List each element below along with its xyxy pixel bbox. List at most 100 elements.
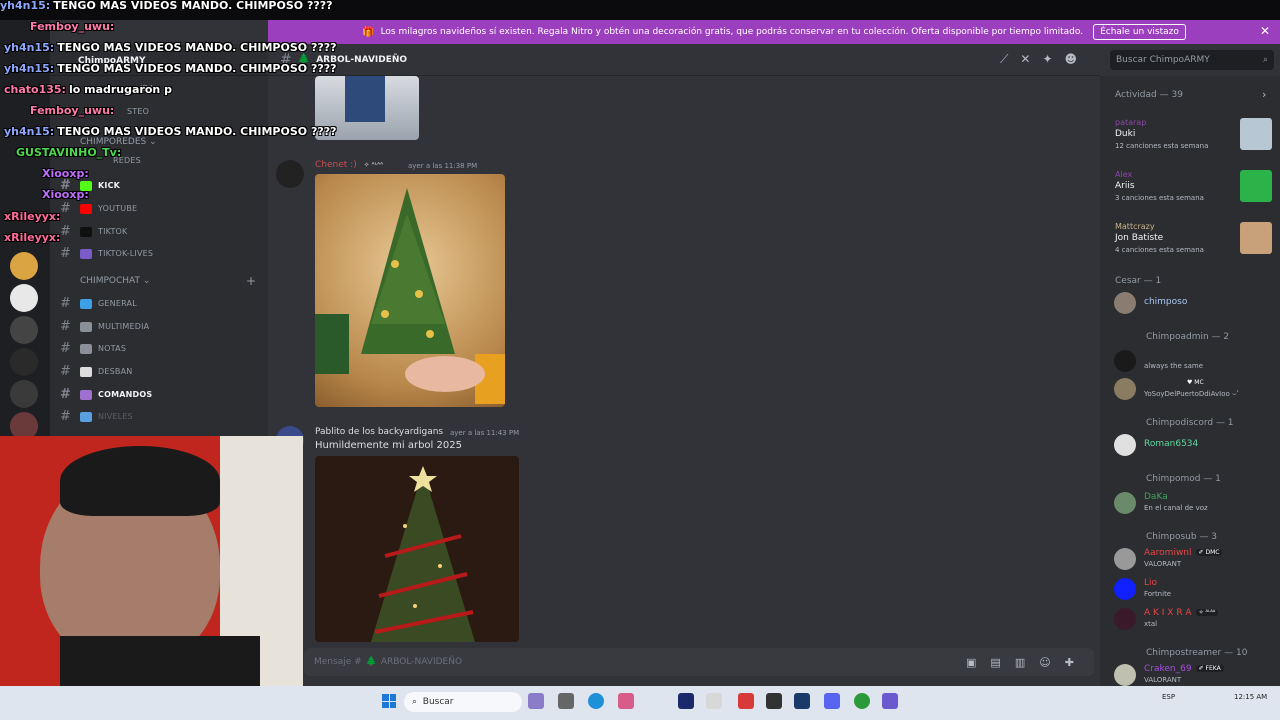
channel-tiktok[interactable]: # TIKTOK (60, 224, 128, 239)
chevron-right-icon[interactable]: › (1262, 88, 1266, 101)
channel-notas[interactable]: # NOTAS (60, 341, 126, 356)
channel-comandos[interactable]: # COMANDOS (60, 387, 152, 402)
server-icon[interactable] (10, 284, 38, 312)
channel-niveles[interactable]: # NIVELES (60, 409, 133, 424)
threads-icon[interactable]: ⟋ (1000, 52, 1008, 67)
member-name: Aaromiwnl (1144, 548, 1192, 558)
emoji-icon[interactable]: ☺ (1039, 656, 1050, 669)
app-icon[interactable] (528, 693, 544, 709)
album-art (1240, 118, 1272, 150)
discord-icon[interactable] (824, 693, 840, 709)
member-item[interactable]: Roman6534 (1114, 432, 1274, 458)
member-name: DaKa (1144, 492, 1168, 502)
member-tag: ✧ ᴬᴸᴬᴬ (1195, 609, 1219, 616)
avatar (1114, 292, 1136, 314)
avatar[interactable] (276, 160, 304, 188)
category-chimpochat[interactable]: CHIMPOCHAT ⌄ (80, 276, 150, 286)
overlay-chat-line: yh4n15: TENGO MAS VIDEOS MANDO. CHIMPOSO … (4, 125, 337, 138)
member-item[interactable]: always the same (1114, 348, 1274, 374)
nitro-banner: 🎁 Los milagros navideños sí existen. Reg… (268, 20, 1280, 44)
server-icon[interactable] (10, 380, 38, 408)
channel-partial[interactable]: STEO (127, 107, 149, 116)
app-icon[interactable] (558, 693, 574, 709)
message-author[interactable]: Pablito de los backyardigans (315, 427, 443, 437)
composer-channel: ARBOL-NAVIDEÑO (380, 657, 463, 667)
member-item[interactable]: DaKa En el canal de voz (1114, 490, 1274, 516)
add-channel-icon[interactable]: + (246, 274, 256, 288)
avatar (1114, 578, 1136, 600)
server-icon[interactable] (10, 252, 38, 280)
server-icon[interactable] (10, 348, 38, 376)
app-icon[interactable] (618, 693, 634, 709)
taskbar-search[interactable]: ⌕ Buscar (404, 692, 522, 712)
app-icon[interactable] (766, 693, 782, 709)
overlay-chat-line: Xiooxp: (42, 188, 89, 201)
member-item[interactable]: chimposo (1114, 290, 1274, 316)
chrome-icon[interactable] (854, 693, 870, 709)
activity-track: Jon Batiste (1115, 233, 1164, 243)
member-tag: ♥ MC (1184, 379, 1207, 386)
role-header: Chimpodiscord — 1 (1146, 418, 1234, 428)
windows-start-icon[interactable] (382, 694, 396, 708)
language-indicator[interactable]: ESP (1162, 693, 1175, 701)
activity-card[interactable]: Mattcrazy Jon Batiste 4 canciones esta s… (1108, 220, 1274, 266)
app-icon[interactable] (882, 693, 898, 709)
screen: 🎁 Los milagros navideños sí existen. Reg… (0, 0, 1280, 720)
overlay-chat-line: Xiooxp: (42, 167, 89, 180)
edge-icon[interactable] (588, 693, 604, 709)
app-icon[interactable] (706, 693, 722, 709)
members-icon[interactable]: ☻ (1065, 52, 1078, 67)
header-toolbar: ⟋ ✕ ✦ ☻ (1000, 52, 1077, 67)
message-author[interactable]: Chenet :) ✧ ᴬᴸᴬᴬ (315, 160, 383, 170)
server-icon[interactable] (10, 316, 38, 344)
channel-desban[interactable]: # DESBAN (60, 364, 132, 379)
role-header: Chimpomod — 1 (1146, 474, 1221, 484)
clock[interactable]: 12:15 AM (1234, 693, 1267, 701)
mute-icon[interactable]: ✕ (1020, 52, 1030, 67)
member-item[interactable]: ♥ MC YoSoyDelPuertoDdiAvIoo ⌣ʹ (1114, 376, 1274, 402)
overlay-chat-line: xRileyyx: (4, 210, 61, 223)
channel-multimedia[interactable]: # MULTIMEDIA (60, 319, 149, 334)
member-status: xtal (1144, 620, 1158, 628)
activity-sub: 3 canciones esta semana (1115, 194, 1204, 202)
gift-icon[interactable]: ▣ (966, 656, 976, 669)
chat-header: # 🌲 ARBOL-NAVIDEÑO (268, 44, 1100, 76)
channel-general[interactable]: # GENERAL (60, 296, 137, 311)
album-art (1240, 170, 1272, 202)
message-timestamp: ayer a las 11:38 PM (408, 162, 478, 170)
avatar (1114, 608, 1136, 630)
photoshop-icon[interactable] (678, 693, 694, 709)
banner-cta-button[interactable]: Échale un vistazo (1093, 24, 1186, 40)
overlay-chat-line: yh4n15: TENGO MAS VIDEOS MANDO. CHIMPOSO … (4, 62, 337, 75)
steam-icon[interactable] (794, 693, 810, 709)
member-tag: ✐ FEKA (1195, 665, 1224, 672)
album-art (1240, 222, 1272, 254)
member-item[interactable]: A K I X R A ✧ ᴬᴸᴬᴬ xtal (1114, 606, 1274, 632)
app-icon[interactable] (738, 693, 754, 709)
overlay-chat-line: Femboy_uwu: (30, 20, 115, 33)
role-header: Chimposub — 3 (1146, 532, 1218, 542)
activity-card[interactable]: patarap Duki 12 canciones esta semana (1108, 116, 1274, 162)
search-input[interactable]: Buscar ChimpoARMY ⌕ (1110, 50, 1274, 70)
avatar (1114, 350, 1136, 372)
member-item[interactable]: Aaromiwnl ✐ DMC VALORANT (1114, 546, 1274, 572)
tree-illustration (371, 466, 475, 642)
christmas-tree-photo[interactable] (315, 456, 519, 642)
member-item[interactable]: Lio Fortnite (1114, 576, 1274, 602)
activity-track: Ariis (1115, 181, 1135, 191)
apps-icon[interactable]: ✚ (1065, 656, 1074, 669)
overlay-chat-line: chato135: lo madrugaron p (4, 83, 172, 96)
search-icon: ⌕ (1262, 55, 1268, 65)
close-icon[interactable]: ✕ (1260, 24, 1270, 38)
activity-sub: 12 canciones esta semana (1115, 142, 1209, 150)
member-name: Roman6534 (1144, 439, 1199, 449)
member-item[interactable]: Craken_69 ✐ FEKA VALORANT (1114, 662, 1274, 688)
gif-icon[interactable]: ▤ (990, 656, 1000, 669)
activity-user: Alex (1115, 170, 1133, 179)
pin-icon[interactable]: ✦ (1042, 52, 1052, 67)
channel-youtube[interactable]: # YOUTUBE (60, 201, 137, 216)
channel-tiktok-lives[interactable]: # TIKTOK-LIVES (60, 246, 153, 261)
christmas-tree-photo[interactable] (315, 174, 505, 407)
activity-card[interactable]: Alex Ariis 3 canciones esta semana (1108, 168, 1274, 214)
sticker-icon[interactable]: ▥ (1015, 656, 1025, 669)
